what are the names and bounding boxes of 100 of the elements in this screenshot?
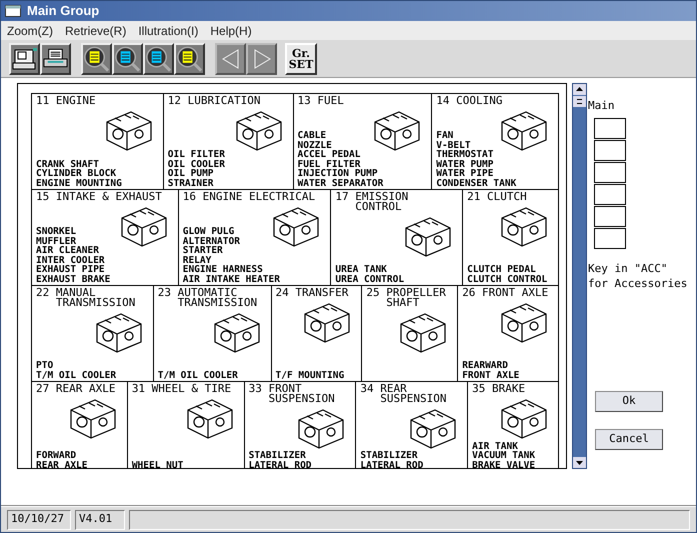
part-link[interactable]: CLUTCH PEDAL [467,265,536,274]
part-link[interactable]: STABILIZER [360,451,418,460]
part-link[interactable]: V-BELT [436,140,471,150]
input-field[interactable] [594,184,626,204]
toolbar-button[interactable] [40,42,71,74]
scrollbar[interactable] [572,83,587,469]
ok-button[interactable]: Ok [595,390,663,412]
part-link[interactable]: AIR CLEANER [36,246,99,256]
part-link[interactable]: REARWARD [462,361,508,370]
group-cell[interactable]: 16 ENGINE ELECTRICAL GLOW PULG ALTERNATOR STARTER RELAY ENGINE HARNESS AIR INTAKE HEATER [178,190,332,286]
part-link[interactable]: UREA CONTROL [335,274,404,284]
part-link[interactable]: REAR AXLE [36,460,88,468]
group-cell[interactable]: 24 TRANSFER T/F MOUNTING [272,286,362,382]
part-link[interactable]: STRAINER [168,178,214,188]
part-link[interactable]: STARTER [182,246,223,256]
part-link[interactable]: AIR TANK [472,442,518,451]
group-cell[interactable]: 12 LUBRICATION OIL FILTER OIL COOLER OIL PUMP STRAINER [164,94,294,190]
part-link[interactable]: VACUUM TANK [472,451,536,460]
part-link[interactable]: ENGINE MOUNTING [36,178,122,188]
part-link[interactable]: AIR INTAKE HEATER [182,274,280,284]
part-link[interactable]: ENGINE HARNESS [182,265,263,274]
cancel-button[interactable]: Cancel [595,428,663,450]
group-cell[interactable]: 27 REAR AXLE FORWARD REAR AXLE [32,382,128,468]
menu-item[interactable]: Help(H) [210,22,252,40]
toolbar-button[interactable] [9,42,40,74]
group-title: 11 ENGINE [36,96,97,106]
part-link[interactable]: WATER SEPARATOR [298,178,384,188]
part-link[interactable]: CRANK SHAFT [36,160,99,169]
part-link[interactable]: T/F MOUNTING [276,370,344,380]
input-field[interactable] [594,140,626,160]
group-cell[interactable]: 25 PROPELLER SHAFT [362,286,458,382]
part-link[interactable]: OIL PUMP [168,169,214,178]
part-link[interactable]: OIL COOLER [168,160,225,169]
part-link[interactable]: ACCEL PEDAL [298,150,360,160]
group-cell[interactable]: 35 BRAKE AIR TANK VACUUM TANK BRAKE VALVE [468,382,559,468]
magnifier-icon [114,44,141,72]
scrollbar-thumb[interactable] [573,95,586,107]
input-field[interactable] [594,162,626,182]
part-link[interactable]: CONDENSER TANK [436,178,516,188]
input-field[interactable] [594,206,626,226]
part-link[interactable]: T/M OIL COOLER [36,370,116,380]
part-link[interactable]: RELAY [182,256,212,265]
group-cell[interactable]: 33 FRONT SUSPENSION STABILIZER LATERAL ROD [244,382,356,468]
group-title: 34 REAR SUSPENSION [360,384,448,404]
part-link[interactable]: SNORKEL [36,227,76,236]
part-link[interactable]: FRONT AXLE [462,370,520,380]
part-link[interactable]: FAN [436,131,454,140]
group-title: 22 MANUAL TRANSMISSION [36,288,136,308]
group-cell[interactable]: 11 ENGINE CRANK SHAFT CYLINDER BLOCK ENGINE MOUNTING [32,94,164,190]
part-link[interactable]: EXHAUST PIPE [36,265,105,274]
part-link[interactable]: T/M OIL COOLER [158,370,238,380]
group-cell[interactable]: 14 COOLING FAN V-BELT THERMOSTAT WATER PUMP WATER PIPE CONDENSER TANK [432,94,559,190]
group-cell[interactable]: 26 FRONT AXLE REARWARD FRONT AXLE [458,286,559,382]
toolbar-button[interactable]: Gr. SET [285,42,317,74]
part-link[interactable]: FORWARD [36,451,76,460]
part-link[interactable]: WATER PIPE [436,169,494,178]
part-link[interactable]: OIL FILTER [168,150,225,160]
group-cell[interactable]: 31 WHEEL & TIRE WHEEL NUT [128,382,245,468]
menu-item[interactable]: Retrieve(R) [65,22,126,40]
part-link[interactable]: INTER COOLER [36,256,105,265]
group-cell[interactable]: 17 EMISSION CONTROL UREA TANK UREA CONTROL [331,190,464,286]
group-cell[interactable]: 13 FUEL CABLE NOZZLE ACCEL PEDAL FUEL FILTER INJECTION PUMP WATER SEPARATOR [294,94,432,190]
scroll-up-icon[interactable] [573,84,586,95]
group-cell[interactable]: 22 MANUAL TRANSMISSION PTO T/M OIL COOLER [32,286,154,382]
accessories-hint: Key in "ACC" for Accessories [588,260,688,290]
group-title: 15 INTAKE & EXHAUST [36,192,163,202]
part-link[interactable]: THERMOSTAT [436,150,494,160]
part-link[interactable]: NOZZLE [298,140,332,150]
part-link[interactable]: CYLINDER BLOCK [36,169,116,178]
part-link[interactable]: FUEL FILTER [298,160,360,169]
group-title: 16 ENGINE ELECTRICAL [182,192,316,202]
group-title: 24 TRANSFER [276,288,350,298]
part-link[interactable]: WATER PUMP [436,160,494,169]
computer-icon [12,46,38,70]
group-title: 13 FUEL [298,96,345,106]
group-title: 14 COOLING [436,96,504,106]
toolbar-button[interactable] [81,42,112,74]
input-field[interactable] [594,228,626,248]
scroll-down-icon[interactable] [573,457,586,468]
part-link[interactable]: INJECTION PUMP [298,169,378,178]
toolbar-button[interactable] [174,42,205,74]
group-cell[interactable]: 34 REAR SUSPENSION STABILIZER LATERAL ROD [356,382,468,468]
part-link[interactable]: STABILIZER [248,451,306,460]
part-link[interactable]: ALTERNATOR [182,236,240,246]
part-link[interactable]: UREA TANK [335,265,387,274]
part-link[interactable]: WHEEL NUT [132,460,184,468]
part-link[interactable]: CABLE [298,131,326,140]
part-link[interactable]: GLOW PULG [182,227,234,236]
toolbar-button[interactable] [112,42,143,74]
input-field[interactable] [594,118,626,138]
menu-item[interactable]: Illutration(I) [138,22,198,40]
version-field: V4.01 [75,510,125,530]
group-cell[interactable]: 21 CLUTCH CLUTCH PEDAL CLUTCH CONTROL [463,190,559,286]
group-cell[interactable]: 23 AUTOMATIC TRANSMISSION T/M OIL COOLER [154,286,272,382]
part-link[interactable]: CLUTCH CONTROL [467,274,548,284]
menu-item[interactable]: Zoom(Z) [7,22,53,40]
part-link[interactable]: PTO [36,361,54,370]
group-cell[interactable]: 15 INTAKE & EXHAUST SNORKEL MUFFLER AIR CLEANER INTER COOLER EXHAUST PIPE EXHAUST BRAKE [32,190,179,286]
part-link[interactable]: EXHAUST BRAKE [36,274,110,284]
toolbar-button[interactable] [143,42,174,74]
